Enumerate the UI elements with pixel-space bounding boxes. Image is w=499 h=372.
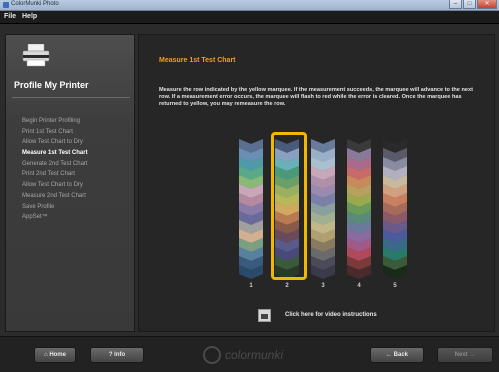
strip-label-2: 2 [285, 283, 289, 289]
info-button[interactable]: ? Info [90, 347, 144, 363]
step-measure-1st-test-chart[interactable]: Measure 1st Test Chart [22, 150, 88, 161]
video-link-text: Click here for video instructions [285, 312, 377, 318]
home-label: Home [49, 352, 66, 358]
video-instructions-link[interactable]: Click here for video instructions [258, 309, 428, 325]
next-button[interactable]: Next → [437, 347, 493, 363]
main-panel: Measure 1st Test Chart Measure the row i… [138, 34, 495, 332]
sidebar-heading: Profile My Printer [14, 80, 89, 90]
app-window: ColorMunki Photo – □ ✕ File Help Profile… [0, 0, 499, 372]
sidebar: Profile My Printer Begin Printer Profili… [5, 34, 135, 332]
step-allow-test-chart-to-dry-1[interactable]: Allow Test Chart to Dry [22, 139, 88, 150]
footer-bar: ⌂ Home ? Info colormunki ← Back Next → [0, 336, 499, 372]
window-title: ColorMunki Photo [11, 1, 59, 7]
strip-label-4: 4 [357, 283, 361, 289]
back-button[interactable]: ← Back [370, 347, 424, 363]
video-icon [258, 309, 271, 322]
app-icon [3, 2, 9, 8]
test-chart-strips: 1 2 3 4 5 [239, 135, 429, 289]
step-measure-2nd-test-chart[interactable]: Measure 2nd Test Chart [22, 193, 88, 204]
yellow-marquee [271, 132, 307, 280]
step-print-1st-test-chart[interactable]: Print 1st Test Chart [22, 129, 88, 140]
menu-help[interactable]: Help [22, 13, 37, 20]
page-title: Measure 1st Test Chart [159, 57, 236, 64]
close-button[interactable]: ✕ [477, 0, 497, 9]
menu-bar: File Help [0, 11, 499, 24]
logo-icon [203, 346, 221, 364]
maximize-button[interactable]: □ [463, 0, 476, 9]
brand-text: colormunki [225, 348, 284, 362]
strip-label-1: 1 [249, 283, 253, 289]
title-bar: ColorMunki Photo – □ ✕ [0, 0, 499, 11]
step-allow-test-chart-to-dry-2[interactable]: Allow Test Chart to Dry [22, 182, 88, 193]
step-generate-2nd-test-chart[interactable]: Generate 2nd Test Chart [22, 161, 88, 172]
step-save-profile[interactable]: Save Profile [22, 204, 88, 215]
printer-icon [22, 44, 50, 67]
step-print-2nd-test-chart[interactable]: Print 2nd Test Chart [22, 171, 88, 182]
instructions-text: Measure the row indicated by the yellow … [159, 87, 473, 107]
workflow-steps: Begin Printer Profiling Print 1st Test C… [22, 118, 88, 225]
strip-label-5: 5 [393, 283, 397, 289]
step-appset[interactable]: AppSet™ [22, 214, 88, 225]
home-button[interactable]: ⌂ Home [34, 347, 76, 363]
minimize-button[interactable]: – [449, 0, 462, 9]
step-begin-printer-profiling[interactable]: Begin Printer Profiling [22, 118, 88, 129]
colormunki-logo: colormunki [203, 346, 323, 364]
strip-label-3: 3 [321, 283, 325, 289]
menu-file[interactable]: File [4, 13, 16, 20]
sidebar-divider [12, 97, 130, 98]
